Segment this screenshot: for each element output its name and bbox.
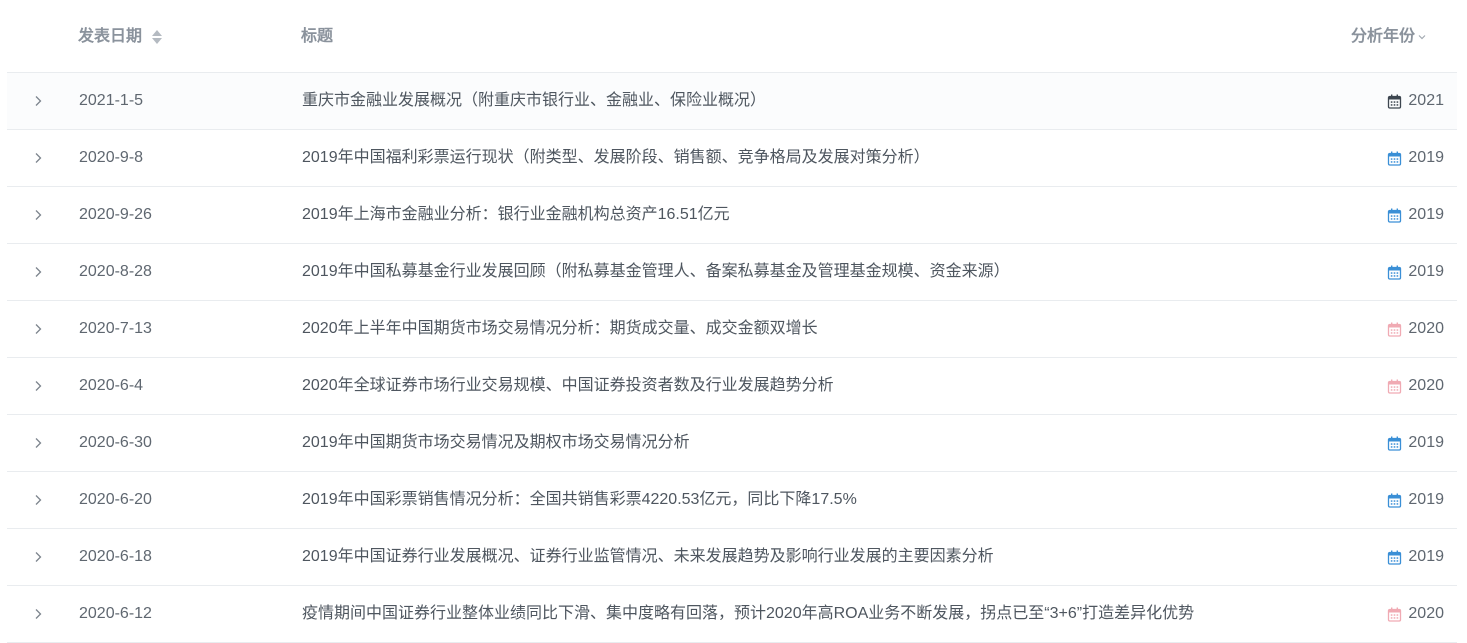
- calendar-icon: [1388, 265, 1402, 280]
- analysis-year: 2021: [1387, 91, 1444, 111]
- analysis-year-value: 2019: [1408, 491, 1444, 508]
- analysis-year: 2019: [1387, 262, 1444, 282]
- chevron-right-icon[interactable]: [32, 151, 44, 165]
- chevron-right-icon[interactable]: [32, 208, 44, 222]
- report-title-link[interactable]: 2020年全球证券市场行业交易规模、中国证券投资者数及行业发展趋势分析: [302, 376, 834, 396]
- report-title-link[interactable]: 2019年中国福利彩票运行现状（附类型、发展阶段、销售额、竞争格局及发展对策分析…: [302, 148, 930, 168]
- table-row[interactable]: 2020-6-30 2019年中国期货市场交易情况及期权市场交易情况分析 2019: [7, 415, 1457, 472]
- calendar-icon: [1388, 550, 1402, 565]
- analysis-year-value: 2020: [1408, 605, 1444, 622]
- table-row[interactable]: 2020-9-8 2019年中国福利彩票运行现状（附类型、发展阶段、销售额、竞争格…: [7, 130, 1457, 187]
- table-row[interactable]: 2020-6-12 疫情期间中国证券行业整体业绩同比下滑、集中度略有回落，预计20…: [7, 586, 1457, 643]
- analysis-year-value: 2020: [1408, 377, 1444, 394]
- report-title-link[interactable]: 2019年中国彩票销售情况分析：全国共销售彩票4220.53亿元，同比下降17.…: [302, 490, 857, 510]
- analysis-year-value: 2019: [1408, 263, 1444, 280]
- chevron-right-icon[interactable]: [32, 94, 44, 108]
- publish-date: 2020-6-4: [79, 377, 144, 394]
- chevron-right-icon[interactable]: [32, 322, 44, 336]
- publish-date: 2020-6-12: [79, 605, 152, 622]
- publish-date: 2020-6-30: [79, 434, 152, 451]
- publish-date: 2020-9-26: [79, 206, 152, 223]
- table-row[interactable]: 2020-6-18 2019年中国证券行业发展概况、证券行业监管情况、未来发展趋势…: [7, 529, 1457, 586]
- calendar-icon: [1388, 607, 1402, 622]
- analysis-year-value: 2019: [1408, 206, 1444, 223]
- publish-date: 2020-8-28: [79, 263, 152, 280]
- publish-date: 2020-7-13: [79, 320, 152, 337]
- analysis-year: 2019: [1387, 205, 1444, 225]
- analysis-year-value: 2020: [1408, 320, 1444, 337]
- report-title-link[interactable]: 疫情期间中国证券行业整体业绩同比下滑、集中度略有回落，预计2020年高ROA业务…: [302, 604, 1194, 624]
- calendar-icon: [1388, 208, 1402, 223]
- publish-date: 2020-9-8: [79, 149, 144, 166]
- sort-icon[interactable]: [151, 28, 163, 46]
- title-column-label: 标题: [301, 28, 334, 45]
- report-title-link[interactable]: 2019年中国证券行业发展概况、证券行业监管情况、未来发展趋势及影响行业发展的主…: [302, 547, 994, 567]
- analysis-year: 2020: [1387, 604, 1444, 624]
- chevron-right-icon[interactable]: [32, 379, 44, 393]
- calendar-icon: [1388, 379, 1402, 394]
- analysis-year-value: 2019: [1408, 149, 1444, 166]
- table-row[interactable]: 2020-8-28 2019年中国私募基金行业发展回顾（附私募基金管理人、备案私募…: [7, 244, 1457, 301]
- report-title-link[interactable]: 2019年上海市金融业分析：银行业金融机构总资产16.51亿元: [302, 205, 730, 225]
- date-column-label: 发表日期: [78, 28, 143, 45]
- table-row[interactable]: 2020-6-4 2020年全球证券市场行业交易规模、中国证券投资者数及行业发展趋…: [7, 358, 1457, 415]
- report-title-link[interactable]: 2020年上半年中国期货市场交易情况分析：期货成交量、成交金额双增长: [302, 319, 818, 339]
- analysis-year: 2019: [1387, 547, 1444, 567]
- analysis-year-value: 2019: [1408, 548, 1444, 565]
- date-column-header[interactable]: 发表日期: [78, 26, 163, 48]
- analysis-year: 2019: [1387, 148, 1444, 168]
- publish-date: 2021-1-5: [79, 92, 144, 109]
- chevron-right-icon[interactable]: [32, 436, 44, 450]
- calendar-icon: [1388, 151, 1402, 166]
- calendar-icon: [1388, 94, 1402, 109]
- table-row[interactable]: 2020-9-26 2019年上海市金融业分析：银行业金融机构总资产16.51亿元…: [7, 187, 1457, 244]
- analysis-year: 2019: [1387, 490, 1444, 510]
- analysis-year-value: 2021: [1408, 92, 1444, 109]
- table-body: 2021-1-5 重庆市金融业发展概况（附重庆市银行业、金融业、保险业概况） 202…: [7, 73, 1457, 643]
- chevron-down-icon[interactable]: [1417, 32, 1427, 42]
- table-row[interactable]: 2021-1-5 重庆市金融业发展概况（附重庆市银行业、金融业、保险业概况） 202…: [7, 73, 1457, 130]
- table-row[interactable]: 2020-6-20 2019年中国彩票销售情况分析：全国共销售彩票4220.53亿…: [7, 472, 1457, 529]
- calendar-icon: [1388, 493, 1402, 508]
- report-title-link[interactable]: 重庆市金融业发展概况（附重庆市银行业、金融业、保险业概况）: [302, 91, 766, 111]
- report-title-link[interactable]: 2019年中国私募基金行业发展回顾（附私募基金管理人、备案私募基金及管理基金规模…: [302, 262, 1010, 282]
- table-header: 发表日期 标题 分析年份: [7, 0, 1457, 73]
- table-row[interactable]: 2020-7-13 2020年上半年中国期货市场交易情况分析：期货成交量、成交金额…: [7, 301, 1457, 358]
- analysis-year: 2020: [1387, 376, 1444, 396]
- year-column-header[interactable]: 分析年份: [1351, 26, 1427, 48]
- analysis-year: 2019: [1387, 433, 1444, 453]
- calendar-icon: [1388, 436, 1402, 451]
- analysis-year-value: 2019: [1408, 434, 1444, 451]
- calendar-icon: [1388, 322, 1402, 337]
- reports-table: 发表日期 标题 分析年份 2021-1-5 重庆市金融业发展概况（附重庆市银行业、…: [7, 0, 1457, 643]
- publish-date: 2020-6-20: [79, 491, 152, 508]
- chevron-right-icon[interactable]: [32, 493, 44, 507]
- chevron-right-icon[interactable]: [32, 607, 44, 621]
- chevron-right-icon[interactable]: [32, 265, 44, 279]
- title-column-header: 标题: [301, 26, 333, 48]
- publish-date: 2020-6-18: [79, 548, 152, 565]
- analysis-year: 2020: [1387, 319, 1444, 339]
- chevron-right-icon[interactable]: [32, 550, 44, 564]
- report-title-link[interactable]: 2019年中国期货市场交易情况及期权市场交易情况分析: [302, 433, 690, 453]
- year-column-label: 分析年份: [1350, 28, 1415, 45]
